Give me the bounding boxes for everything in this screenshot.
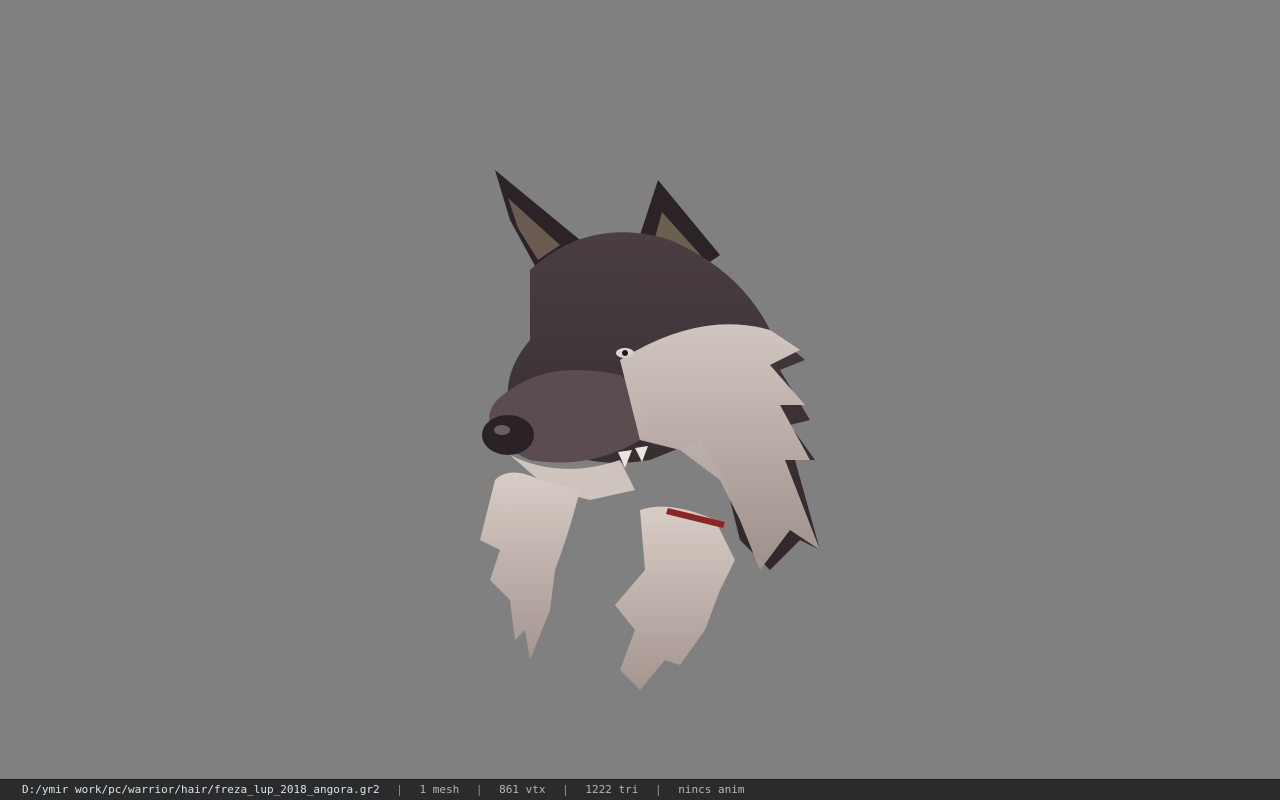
vertex-count: 861 vtx (499, 783, 546, 796)
animation-status: nincs anim (678, 783, 745, 796)
mesh-count: 1 mesh (419, 783, 460, 796)
separator: | (654, 783, 662, 796)
separator: | (562, 783, 569, 796)
separator: | (475, 783, 483, 796)
3d-viewport[interactable] (0, 0, 1280, 779)
wolf-head-model (480, 170, 820, 690)
file-path: D:/ymir work/pc/warrior/hair/freza_lup_2… (22, 783, 380, 796)
triangle-count: 1222 tri (585, 783, 639, 796)
status-bar: D:/ymir work/pc/warrior/hair/freza_lup_2… (0, 779, 1280, 800)
separator: | (396, 783, 403, 796)
